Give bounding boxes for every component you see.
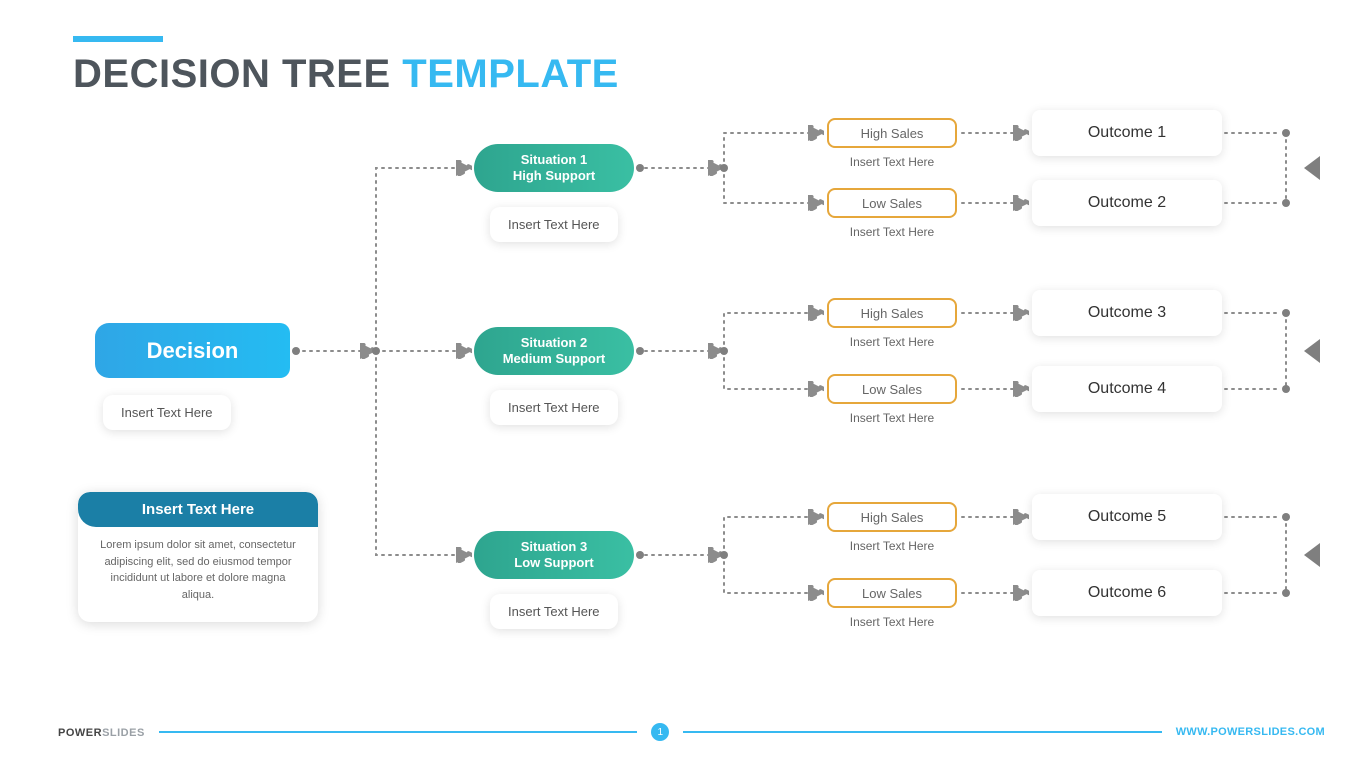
junction-dot — [1282, 385, 1290, 393]
situation-3-node: Situation 3 Low Support — [474, 531, 634, 579]
situation-2-line1: Situation 2 — [521, 335, 587, 351]
junction-dot — [372, 347, 380, 355]
situation-2-line2: Medium Support — [503, 351, 606, 367]
situation-2-sub: Insert Text Here — [490, 390, 618, 425]
sales-low-3: Low Sales — [827, 578, 957, 608]
sales-high-3: High Sales — [827, 502, 957, 532]
sales-low-1: Low Sales — [827, 188, 957, 218]
end-marker-icon — [1304, 156, 1320, 180]
footer: POWERSLIDES 1 WWW.POWERSLIDES.COM — [58, 723, 1325, 741]
junction-dot — [720, 164, 728, 172]
outcome-2: Outcome 2 — [1032, 180, 1222, 226]
junction-dot — [636, 164, 644, 172]
sales-high-3-sub: Insert Text Here — [827, 539, 957, 553]
sales-high-2-sub: Insert Text Here — [827, 335, 957, 349]
title-blue: TEMPLATE — [402, 52, 619, 96]
footer-brand-light: SLIDES — [102, 727, 145, 739]
situation-3-line2: Low Support — [514, 555, 593, 571]
sales-low-1-sub: Insert Text Here — [827, 225, 957, 239]
footer-divider-left — [159, 731, 637, 733]
situation-1-line1: Situation 1 — [521, 152, 587, 168]
outcome-4: Outcome 4 — [1032, 366, 1222, 412]
situation-3-sub: Insert Text Here — [490, 594, 618, 629]
outcome-1: Outcome 1 — [1032, 110, 1222, 156]
junction-dot — [1282, 129, 1290, 137]
footer-brand-bold: POWER — [58, 727, 102, 739]
sales-high-1-sub: Insert Text Here — [827, 155, 957, 169]
junction-dot — [292, 347, 300, 355]
situation-1-sub: Insert Text Here — [490, 207, 618, 242]
sales-low-3-sub: Insert Text Here — [827, 615, 957, 629]
situation-1-node: Situation 1 High Support — [474, 144, 634, 192]
title-accent-bar — [73, 36, 163, 42]
sales-high-1: High Sales — [827, 118, 957, 148]
info-card: Insert Text Here Lorem ipsum dolor sit a… — [78, 492, 318, 622]
situation-1-line2: High Support — [513, 168, 595, 184]
situation-2-node: Situation 2 Medium Support — [474, 327, 634, 375]
footer-brand: POWERSLIDES — [58, 723, 145, 741]
decision-node: Decision — [95, 323, 290, 378]
end-marker-icon — [1304, 543, 1320, 567]
junction-dot — [1282, 589, 1290, 597]
junction-dot — [720, 347, 728, 355]
slide: DECISION TREE TEMPLATE — [0, 0, 1365, 767]
title-dark: DECISION TREE — [73, 52, 391, 96]
junction-dot — [1282, 309, 1290, 317]
junction-dot — [1282, 199, 1290, 207]
footer-page-number: 1 — [651, 723, 669, 741]
sales-low-2: Low Sales — [827, 374, 957, 404]
sales-high-2: High Sales — [827, 298, 957, 328]
info-card-body: Lorem ipsum dolor sit amet, consectetur … — [78, 527, 318, 613]
junction-dot — [1282, 513, 1290, 521]
outcome-5: Outcome 5 — [1032, 494, 1222, 540]
sales-low-2-sub: Insert Text Here — [827, 411, 957, 425]
decision-label: Decision — [147, 338, 239, 364]
info-card-header: Insert Text Here — [78, 492, 318, 527]
decision-sub-card: Insert Text Here — [103, 395, 231, 430]
end-marker-icon — [1304, 339, 1320, 363]
outcome-6: Outcome 6 — [1032, 570, 1222, 616]
outcome-3: Outcome 3 — [1032, 290, 1222, 336]
footer-divider-right — [683, 731, 1161, 733]
footer-url: WWW.POWERSLIDES.COM — [1176, 726, 1325, 738]
situation-3-line1: Situation 3 — [521, 539, 587, 555]
junction-dot — [636, 347, 644, 355]
page-title: DECISION TREE TEMPLATE — [73, 52, 619, 97]
junction-dot — [636, 551, 644, 559]
junction-dot — [720, 551, 728, 559]
